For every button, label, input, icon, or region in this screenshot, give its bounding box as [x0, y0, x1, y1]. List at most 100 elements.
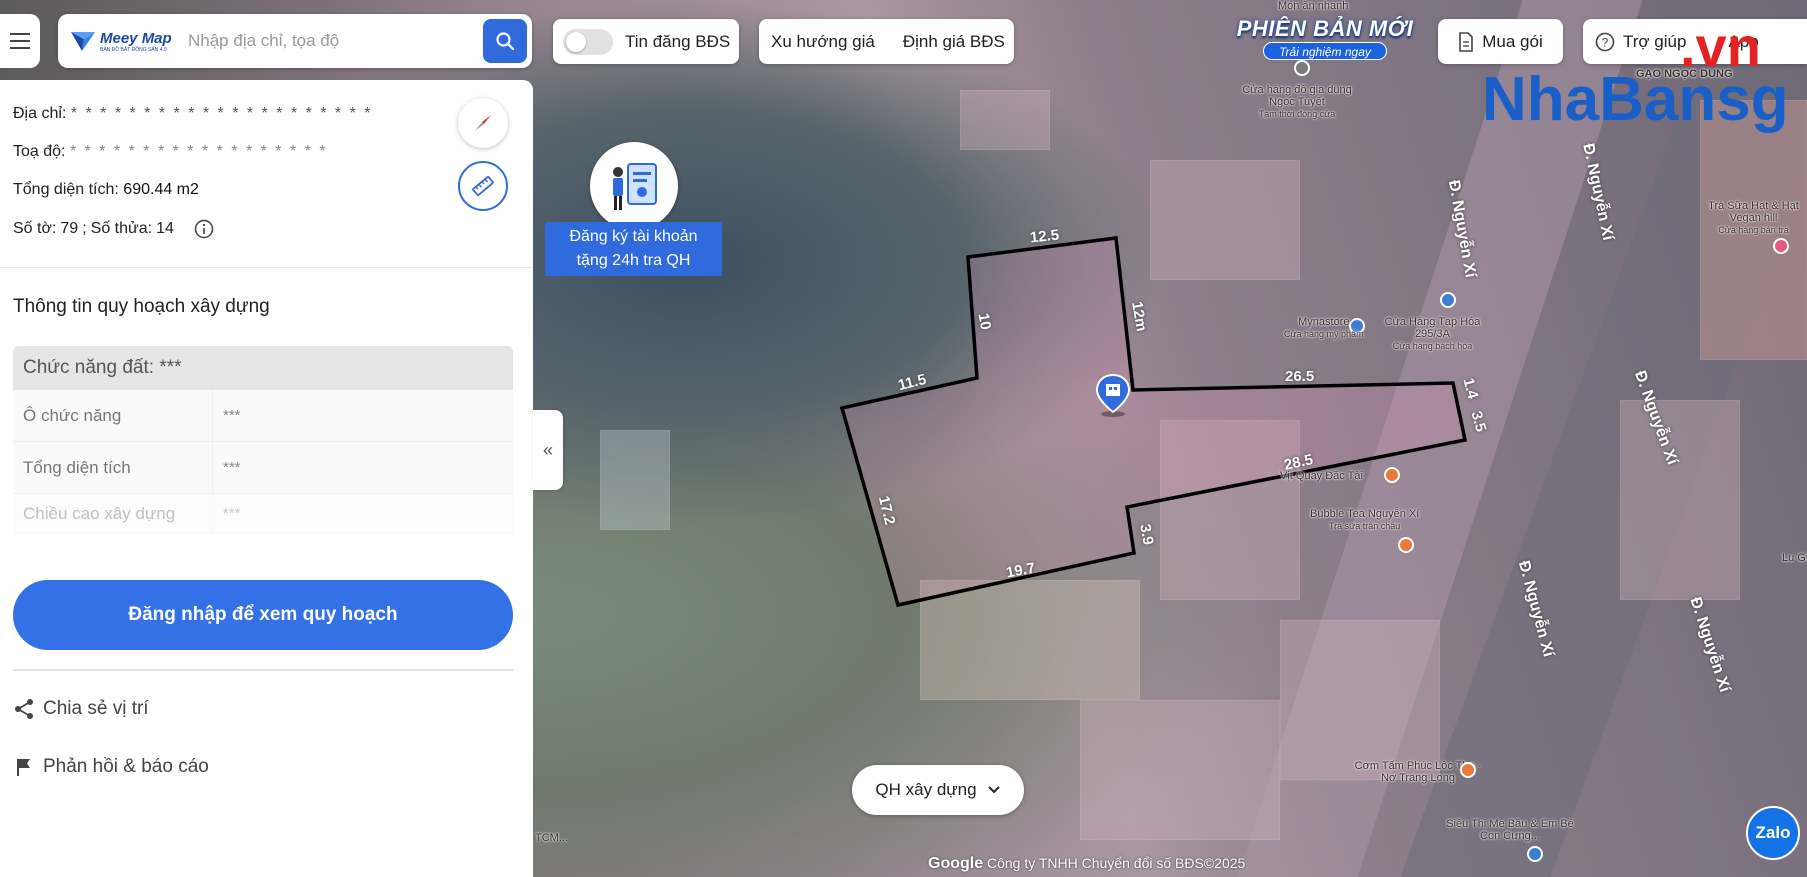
register-promo-banner[interactable]: Đăng ký tài khoản tặng 24h tra QH [545, 222, 722, 276]
poi-label: Trà Sữa Hạt & Hạt Vegan hill Cửa hàng bán… [1708, 200, 1799, 235]
logo-mark-icon [70, 29, 96, 53]
poi-label: Siêu Thị Mẹ Bầu & Em Bé Con Cưng... [1446, 818, 1574, 842]
poi-marker-icon[interactable] [1460, 762, 1476, 778]
coords-label: Toạ độ: [13, 143, 66, 160]
poi-marker-icon[interactable] [1398, 537, 1414, 553]
row-value: *** [223, 407, 241, 424]
property-pin-icon[interactable] [1095, 373, 1131, 417]
poi-marker-icon[interactable] [1440, 292, 1456, 308]
sheet-parcel-line: Số tờ: 79 ; Số thửa: 14 [13, 219, 214, 239]
listing-toggle[interactable]: Tin đăng BĐS [553, 19, 739, 64]
poi-label: Cửa Hàng Tạp Hóa 295/3A Cửa hàng bách hóa [1384, 316, 1481, 351]
buy-package-button[interactable]: Mua gói [1438, 19, 1563, 64]
compass-button[interactable] [458, 98, 508, 148]
menu-button[interactable] [0, 14, 40, 68]
parcel-label: Số thửa: [90, 220, 153, 237]
property-info-panel: Địa chỉ: * * * * * * * * * * * * * * * *… [0, 80, 533, 877]
info-icon[interactable] [194, 219, 214, 239]
share-icon [15, 699, 33, 719]
logo-tagline: BẢN ĐỒ BẤT ĐỘNG SẢN 4.0 [100, 46, 167, 53]
ruler-icon [472, 176, 494, 196]
dimension-label: 10 [974, 311, 995, 332]
dimension-label: 26.5 [1285, 368, 1315, 385]
person-document-icon [613, 163, 657, 210]
measure-button[interactable] [458, 161, 508, 211]
watermark: NhaBansg [1482, 65, 1789, 134]
area-label: Tổng diện tích: [13, 181, 119, 198]
row-key: Tổng diện tích [13, 442, 213, 493]
meey-map-logo[interactable]: Meey Map BẢN ĐỒ BẤT ĐỘNG SẢN 4.0 [70, 29, 188, 53]
search-bar: Meey Map BẢN ĐỒ BẤT ĐỘNG SẢN 4.0 [58, 14, 532, 68]
svg-text:?: ? [1602, 35, 1609, 49]
table-header: Chức năng đất: *** [13, 346, 513, 390]
search-icon [496, 32, 515, 51]
valuation-button[interactable]: Định giá BĐS [903, 32, 1005, 52]
zalo-chat-button[interactable]: Zalo [1746, 806, 1800, 860]
sheet-label: Số tờ: [13, 220, 57, 237]
poi-label: TCM... [535, 832, 568, 844]
search-button[interactable] [483, 19, 527, 63]
feedback-report-button[interactable]: Phản hồi & báo cáo [13, 756, 209, 778]
search-input[interactable] [188, 31, 478, 51]
poi-label: Cửa hàng đồ gia dụng Ngọc Tuyết Tạm thời … [1242, 84, 1352, 119]
collapse-panel-button[interactable]: « [533, 410, 563, 490]
help-label: Trợ giúp [1623, 31, 1687, 51]
row-key: Ô chức năng [13, 390, 213, 441]
dimension-label: 3.9 [1136, 522, 1157, 547]
poi-marker-icon[interactable] [1384, 467, 1400, 483]
register-line1: Đăng ký tài khoản [569, 228, 698, 245]
row-value: *** [223, 505, 241, 522]
help-icon: ? [1595, 32, 1615, 51]
register-line2: tặng 24h tra QH [576, 252, 691, 269]
sheet-value: 79 [60, 220, 79, 237]
document-icon [1459, 31, 1474, 52]
layer-select[interactable]: QH xây dựng [852, 765, 1024, 815]
chevron-down-icon [987, 786, 1000, 794]
promo-subtitle: Trải nghiệm ngay [1263, 42, 1387, 60]
dimension-label: 12.5 [1029, 226, 1061, 247]
poi-label: Món ăn nhanh [1278, 0, 1349, 12]
new-version-banner[interactable]: PHIÊN BẢN MỚI Trải nghiệm ngay [1232, 16, 1418, 66]
section-title: Thông tin quy hoạch xây dựng [13, 296, 270, 317]
layer-select-value: QH xây dựng [875, 780, 977, 799]
attribution-text: Công ty TNHH Chuyển đổi số BĐS©2025 [987, 855, 1246, 871]
chevron-left-icon: « [542, 439, 553, 460]
login-to-view-button[interactable]: Đăng nhập để xem quy hoạch [13, 580, 513, 650]
share-location-button[interactable]: Chia sẻ vị trí [13, 698, 149, 720]
hamburger-icon [10, 40, 30, 42]
flag-icon [17, 759, 30, 776]
planning-table: Chức năng đất: *** Ô chức năng *** Tổng … [13, 346, 513, 534]
logo-name: Meey Map [100, 29, 172, 47]
listing-toggle-label: Tin đăng BĐS [625, 31, 731, 51]
area-line: Tổng diện tích: 690.44 m2 [13, 181, 199, 199]
poi-marker-icon[interactable] [1527, 846, 1543, 862]
address-line: Địa chỉ: * * * * * * * * * * * * * * * *… [13, 105, 372, 123]
address-value: * * * * * * * * * * * * * * * * * * * * … [70, 105, 373, 122]
toggle-switch[interactable] [563, 28, 613, 55]
area-value: 690.44 m2 [123, 181, 199, 198]
poi-label: Mynastore Cửa hàng mỹ phẩm [1284, 316, 1364, 339]
poi-label: Bubble Tea Nguyễn Xí Trà sữa trân châu [1310, 508, 1420, 531]
report-label: Phản hồi & báo cáo [43, 756, 209, 777]
map-attribution: Google Công ty TNHH Chuyển đổi số BĐS©20… [928, 855, 1245, 873]
compass-icon [475, 115, 491, 131]
buy-package-label: Mua gói [1482, 31, 1543, 51]
analysis-group: Xu hướng giá Định giá BĐS [759, 19, 1014, 64]
table-row: Ô chức năng *** [13, 390, 513, 442]
table-row: Tổng diện tích *** [13, 442, 513, 494]
poi-marker-icon[interactable] [1773, 238, 1789, 254]
divider [13, 669, 513, 671]
row-key: Chiều cao xây dựng [13, 494, 213, 533]
table-row: Chiều cao xây dựng *** [13, 494, 513, 534]
address-label: Địa chỉ: [13, 105, 67, 122]
google-logo: Google [928, 855, 984, 872]
coords-value: * * * * * * * * * * * * * * * * * * [69, 143, 328, 160]
coords-line: Toạ độ: * * * * * * * * * * * * * * * * … [13, 143, 328, 161]
register-promo-avatar[interactable] [590, 142, 678, 230]
share-label: Chia sẻ vị trí [43, 698, 149, 719]
row-value: *** [223, 459, 241, 476]
poi-label: Vịt Quay Đặc Tài [1280, 470, 1363, 482]
parcel-value: 14 [156, 220, 174, 237]
poi-label: Lu Gi [1782, 552, 1807, 564]
price-trend-button[interactable]: Xu hướng giá [771, 32, 875, 52]
